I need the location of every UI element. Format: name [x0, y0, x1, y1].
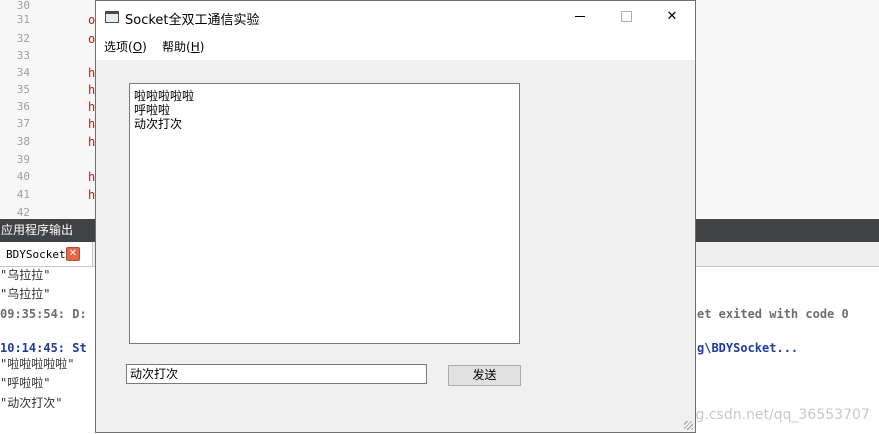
line-number: 34 — [16, 66, 30, 79]
resize-grip[interactable] — [684, 421, 693, 430]
line-number: 31 — [16, 13, 30, 26]
output-panel-title: 应用程序输出 — [1, 223, 74, 237]
output-line: g\BDYSocket... — [697, 341, 799, 355]
log-line: 呼啦啦 — [134, 103, 171, 117]
log-line: 啦啦啦啦啦 — [134, 89, 195, 103]
close-icon[interactable]: ✕ — [66, 247, 80, 261]
send-button[interactable]: 发送 — [448, 365, 521, 386]
log-line: 动次打次 — [134, 117, 183, 131]
line-number: 40 — [16, 170, 30, 183]
output-line: et exited with code 0 — [697, 307, 849, 321]
window-icon — [105, 11, 119, 23]
line-number: 41 — [16, 188, 30, 201]
output-line: "动次打次" — [0, 396, 63, 410]
output-line: "啦啦啦啦啦" — [0, 357, 75, 371]
menu-help-label: 帮助( — [162, 40, 191, 54]
line-number: 37 — [16, 117, 30, 130]
minimize-button[interactable] — [557, 1, 603, 32]
menu-help-tail: ) — [199, 40, 205, 54]
line-number: 35 — [16, 83, 30, 96]
minimize-icon — [575, 16, 585, 17]
message-log[interactable]: 啦啦啦啦啦 呼啦啦 动次打次 — [129, 83, 520, 344]
message-input[interactable]: 动次打次 — [126, 364, 427, 384]
line-number: 38 — [16, 135, 30, 148]
window-title: Socket全双工通信实验 — [125, 13, 260, 28]
socket-app-window: Socket全双工通信实验 ✕ 选项(O) 帮助(H) 啦啦啦啦啦 呼啦啦 动次… — [95, 0, 696, 433]
menu-help-mnemonic: H — [190, 40, 200, 54]
line-number: 32 — [16, 32, 30, 45]
line-number: 30 — [16, 0, 30, 12]
line-number: 33 — [16, 49, 30, 62]
output-tab-bdysocket[interactable]: BDYSocket ✕ — [0, 242, 93, 266]
maximize-button[interactable] — [603, 1, 649, 32]
line-number: 39 — [16, 153, 30, 166]
output-line: "呼啦啦" — [0, 376, 51, 390]
output-tab-label: BDYSocket — [6, 248, 66, 261]
menu-options-mnemonic: O — [132, 40, 143, 54]
menu-options[interactable]: 选项(O) — [104, 38, 147, 55]
output-line: "乌拉拉" — [0, 268, 51, 282]
menu-help[interactable]: 帮助(H) — [162, 38, 204, 55]
line-number-gutter: 30 31 32 33 34 35 36 37 38 39 40 41 42 — [0, 0, 40, 219]
menu-options-tail: ) — [142, 40, 147, 54]
menu-bar: 选项(O) 帮助(H) — [96, 32, 695, 61]
output-line: 10:14:45: St — [0, 341, 87, 355]
close-button[interactable]: ✕ — [649, 1, 695, 32]
maximize-icon — [620, 11, 632, 22]
line-number: 42 — [16, 206, 30, 219]
title-bar[interactable]: Socket全双工通信实验 ✕ — [96, 1, 695, 32]
menu-options-label: 选项( — [104, 40, 133, 54]
output-line: "乌拉拉" — [0, 287, 51, 301]
line-number: 36 — [16, 100, 30, 113]
close-icon: ✕ — [666, 9, 678, 24]
output-line: 09:35:54: D: — [0, 307, 87, 321]
